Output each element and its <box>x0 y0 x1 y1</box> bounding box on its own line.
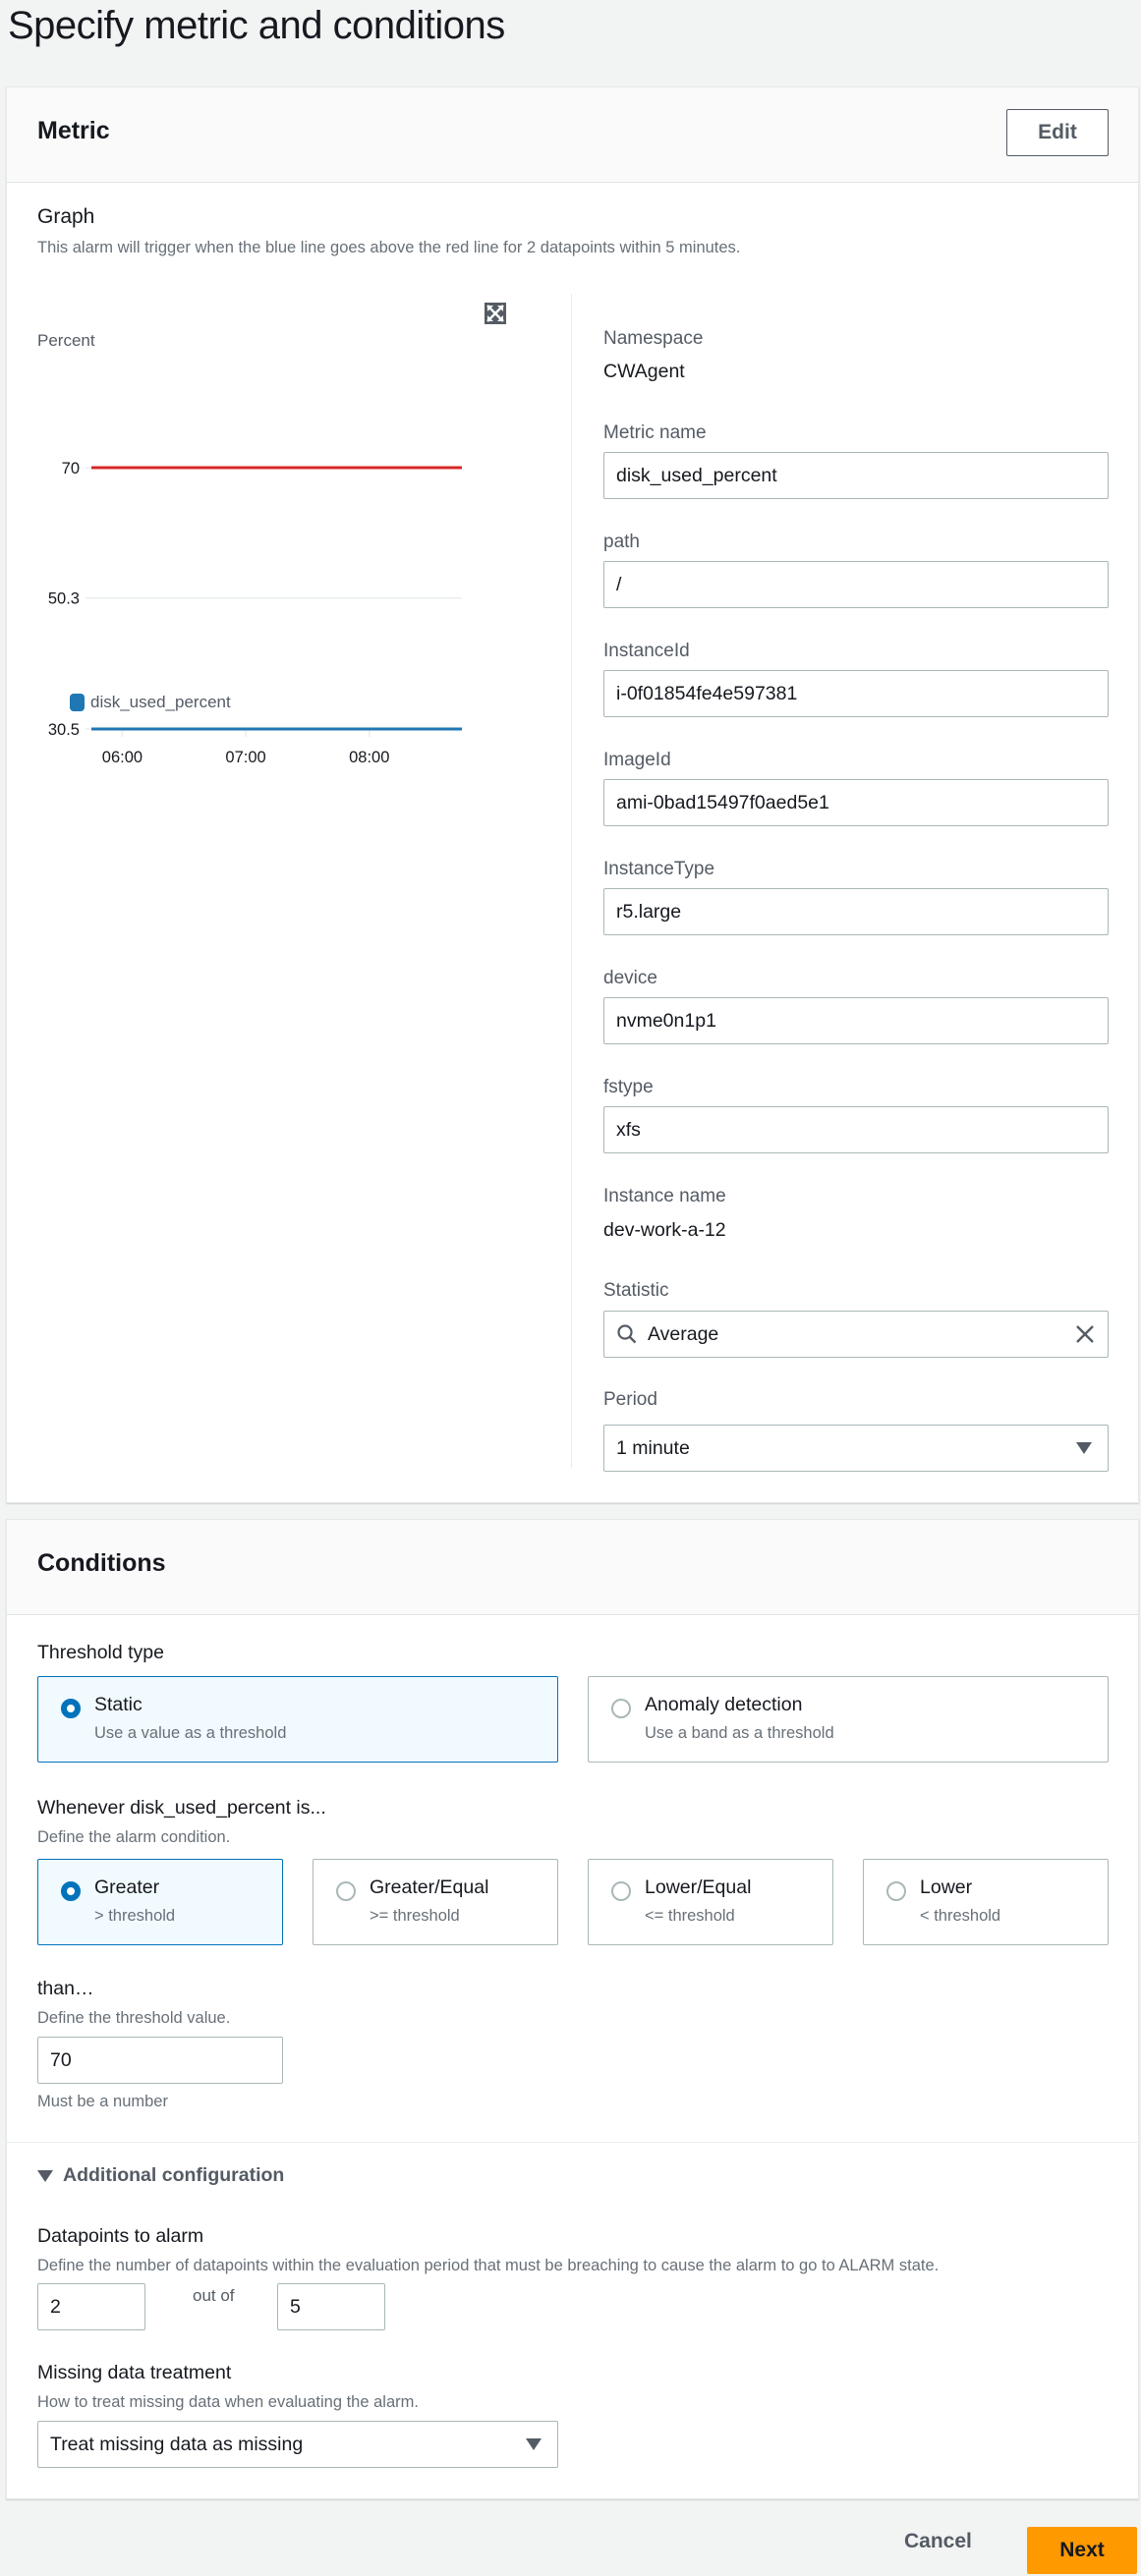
metric-panel: Metric Edit Graph This alarm will trigge… <box>6 86 1139 1503</box>
tile-description: > threshold <box>94 1907 176 1925</box>
than-description: Define the threshold value. <box>37 2009 231 2027</box>
condition-lower-equal[interactable]: Lower/Equal <= threshold <box>588 1859 833 1945</box>
tile-description: Use a value as a threshold <box>94 1724 287 1742</box>
radio-greater[interactable] <box>61 1881 81 1901</box>
metric-panel-header: Metric Edit <box>7 87 1138 183</box>
threshold-hint: Must be a number <box>37 2093 168 2110</box>
namespace-value: CWAgent <box>603 361 685 382</box>
period-label: Period <box>603 1389 657 1410</box>
datapoints-label: Datapoints to alarm <box>37 2225 204 2247</box>
tile-description: <= threshold <box>645 1907 735 1925</box>
datapoints-to-alarm-input[interactable] <box>37 2283 145 2330</box>
condition-greater[interactable]: Greater > threshold <box>37 1859 283 1945</box>
device-label: device <box>603 968 657 988</box>
expand-graph-icon[interactable] <box>484 302 507 325</box>
clear-icon[interactable] <box>1074 1323 1096 1345</box>
next-button[interactable]: Next <box>1027 2527 1137 2574</box>
chart-legend: disk_used_percent <box>70 693 231 712</box>
statistic-input[interactable] <box>638 1322 1074 1346</box>
than-label: than… <box>37 1978 94 1999</box>
caret-down-icon <box>1076 1442 1092 1454</box>
missing-data-select[interactable]: Treat missing data as missing <box>37 2421 558 2468</box>
y-tick-label: 50.3 <box>48 590 80 608</box>
search-icon <box>617 1324 637 1344</box>
instance-id-label: InstanceId <box>603 641 690 661</box>
radio-lower[interactable] <box>886 1881 906 1901</box>
radio-lower-equal[interactable] <box>611 1881 631 1901</box>
metric-name-label: Metric name <box>603 422 707 443</box>
whenever-label: Whenever disk_used_percent is... <box>37 1797 326 1819</box>
image-id-input[interactable] <box>603 779 1109 826</box>
tile-title: Anomaly detection <box>645 1694 803 1715</box>
datapoints-description: Define the number of datapoints within t… <box>37 2257 940 2274</box>
threshold-type-anomaly-detection[interactable]: Anomaly detection Use a band as a thresh… <box>588 1676 1109 1763</box>
y-tick-label: 70 <box>62 460 80 477</box>
missing-data-description: How to treat missing data when evaluatin… <box>37 2393 419 2411</box>
tile-description: Use a band as a threshold <box>645 1724 834 1742</box>
namespace-label: Namespace <box>603 328 704 349</box>
additional-configuration-toggle[interactable]: Additional configuration <box>37 2164 284 2187</box>
graph-description: This alarm will trigger when the blue li… <box>37 239 741 256</box>
instance-name-value: dev-work-a-12 <box>603 1219 726 1241</box>
conditions-panel: Conditions Threshold type Static Use a v… <box>6 1519 1139 2499</box>
column-divider <box>571 294 572 1468</box>
missing-data-label: Missing data treatment <box>37 2362 232 2383</box>
period-select-value: 1 minute <box>616 1436 690 1459</box>
x-tick-label: 08:00 <box>349 749 389 766</box>
instance-name-label: Instance name <box>603 1186 726 1206</box>
tile-title: Greater/Equal <box>370 1876 489 1898</box>
radio-static[interactable] <box>61 1699 81 1718</box>
additional-configuration-label: Additional configuration <box>63 2164 285 2186</box>
tile-description: < threshold <box>920 1907 1001 1925</box>
legend-swatch-disk-used-percent <box>70 694 85 711</box>
evaluation-periods-input[interactable] <box>277 2283 385 2330</box>
radio-greater-equal[interactable] <box>336 1881 356 1901</box>
threshold-type-static[interactable]: Static Use a value as a threshold <box>37 1676 558 1763</box>
instance-id-input[interactable] <box>603 670 1109 717</box>
legend-label: disk_used_percent <box>90 693 231 711</box>
period-select[interactable]: 1 minute <box>603 1425 1109 1472</box>
instance-type-input[interactable] <box>603 888 1109 935</box>
y-tick-label: 30.5 <box>48 721 80 739</box>
statistic-search-field[interactable] <box>603 1311 1109 1358</box>
metric-panel-title: Metric <box>37 117 110 144</box>
whenever-description: Define the alarm condition. <box>37 1828 231 1846</box>
tile-title: Lower/Equal <box>645 1876 752 1898</box>
condition-greater-equal[interactable]: Greater/Equal >= threshold <box>313 1859 558 1945</box>
metric-name-input[interactable] <box>603 452 1109 499</box>
tile-description: >= threshold <box>370 1907 460 1925</box>
radio-anomaly-detection[interactable] <box>611 1699 631 1718</box>
caret-down-icon <box>526 2438 542 2450</box>
missing-data-select-value: Treat missing data as missing <box>50 2433 304 2455</box>
image-id-label: ImageId <box>603 750 671 770</box>
graph-title: Graph <box>37 205 95 228</box>
out-of-label: out of <box>193 2286 235 2305</box>
threshold-type-label: Threshold type <box>37 1642 164 1663</box>
caret-down-icon <box>37 2169 53 2182</box>
x-tick-label: 06:00 <box>102 749 143 766</box>
conditions-panel-header: Conditions <box>7 1520 1138 1615</box>
tile-title: Greater <box>94 1876 160 1898</box>
cancel-button[interactable]: Cancel <box>904 2530 972 2553</box>
fstype-label: fstype <box>603 1077 654 1097</box>
threshold-value-input[interactable] <box>37 2037 283 2084</box>
device-input[interactable] <box>603 997 1109 1044</box>
tile-title: Lower <box>920 1876 973 1898</box>
page-title: Specify metric and conditions <box>8 4 505 47</box>
conditions-panel-title: Conditions <box>37 1549 166 1577</box>
statistic-label: Statistic <box>603 1280 669 1301</box>
tile-title: Static <box>94 1694 143 1715</box>
path-label: path <box>603 532 640 552</box>
condition-lower[interactable]: Lower < threshold <box>863 1859 1109 1945</box>
metric-chart: 70 50.3 30.5 06:00 07:00 08:00 <box>48 460 462 766</box>
instance-type-label: InstanceType <box>603 859 715 879</box>
x-tick-label: 07:00 <box>225 749 265 766</box>
fstype-input[interactable] <box>603 1106 1109 1153</box>
section-divider <box>7 2142 1138 2143</box>
edit-button[interactable]: Edit <box>1006 109 1109 156</box>
path-input[interactable] <box>603 561 1109 608</box>
